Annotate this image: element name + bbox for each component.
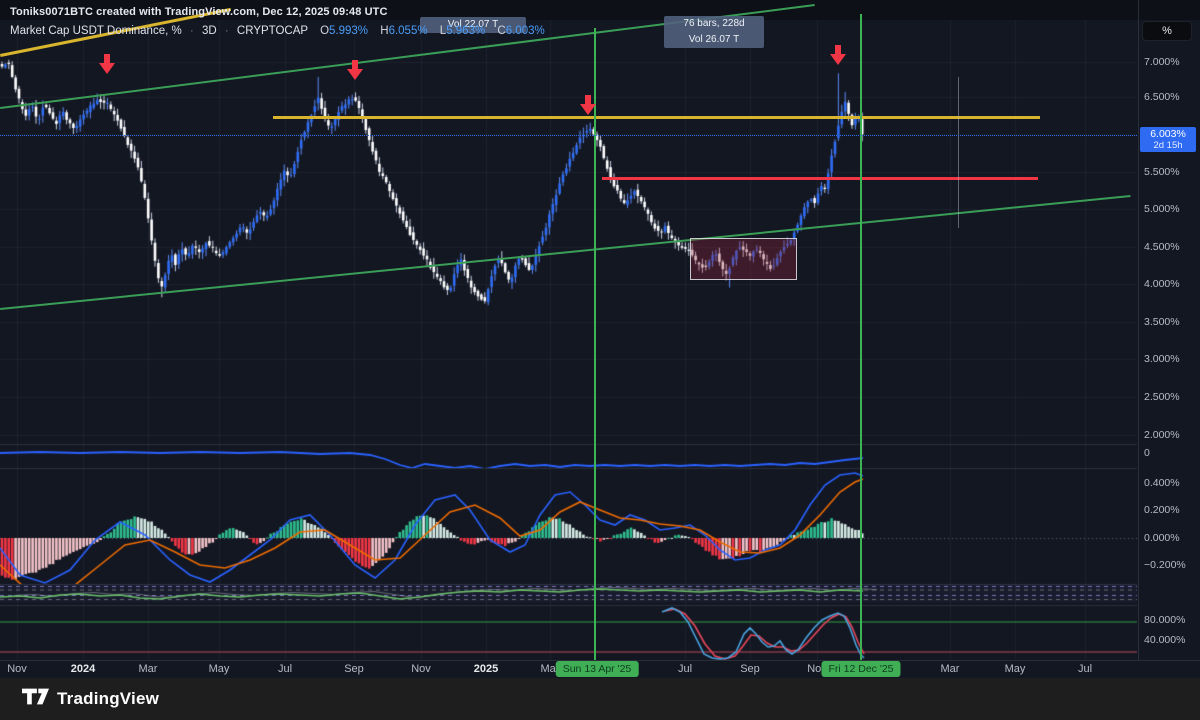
ohlc-close-value: 6.003% — [505, 25, 545, 37]
legend-separator: · — [224, 25, 229, 37]
bar-countdown: 2d 15h — [1153, 140, 1183, 151]
ohlc-high-value: 6.055% — [388, 25, 428, 37]
time-axis-highlight: Sun 13 Apr '25 — [555, 661, 639, 677]
price-axis-label: 0.400% — [1144, 477, 1180, 489]
chart-plot-area[interactable]: Vol 22.07 T 76 bars, 228d Vol 26.07 T To… — [0, 0, 1138, 660]
symbol-title: Market Cap USDT Dominance, % — [10, 25, 182, 37]
price-axis-label: 0 — [1144, 447, 1150, 459]
attribution-watermark: Toniks0071BTC created with TradingView.c… — [10, 6, 388, 18]
time-axis-label: May — [208, 663, 230, 675]
price-axis-label: 2.500% — [1144, 391, 1180, 403]
ohlc-high-letter: H — [380, 25, 389, 37]
unit-percent-button[interactable]: % — [1142, 21, 1192, 41]
time-axis-label: Mar — [940, 663, 960, 675]
price-axis-label: 80.000% — [1144, 614, 1186, 626]
time-axis-highlight: Fri 12 Dec '25 — [821, 661, 901, 677]
tradingview-logo[interactable]: TradingView — [22, 688, 159, 710]
symbol-legend[interactable]: Market Cap USDT Dominance, % · 3D · CRYP… — [10, 25, 545, 37]
measure-volume-text: Vol 26.07 T — [688, 33, 740, 45]
ohlc-close-letter: C — [497, 25, 506, 37]
price-axis-label: 6.500% — [1144, 91, 1180, 103]
time-axis-label: Jul — [277, 663, 293, 675]
current-price-tag: 6.003% 2d 15h — [1140, 127, 1196, 152]
price-axis-label: 4.500% — [1144, 241, 1180, 253]
footer-bar: TradingView — [0, 678, 1200, 720]
labels-layer: Vol 22.07 T 76 bars, 228d Vol 26.07 T — [0, 0, 1138, 660]
measure-bars-text: 76 bars, 228d — [683, 18, 745, 29]
price-axis-label: 0.000% — [1144, 532, 1180, 544]
price-axis-label: 5.000% — [1144, 203, 1180, 215]
time-axis-label: 2024 — [70, 663, 96, 675]
price-axis-label: 2.000% — [1144, 429, 1180, 441]
legend-separator: · — [189, 25, 194, 37]
price-axis[interactable]: % 7.000% 6.500% 5.500% 5.000% 4.500% 4.000% 3.… — [1138, 0, 1200, 660]
time-axis-label: Sep — [344, 663, 364, 675]
exchange-label: CRYPTOCAP — [236, 25, 308, 37]
tradingview-chart-window: { "watermark": "Toniks0071BTC created wi… — [0, 0, 1200, 720]
time-axis-label: Nov — [7, 663, 27, 675]
price-axis-label: 4.000% — [1144, 278, 1180, 290]
time-axis-label: May — [1004, 663, 1026, 675]
price-axis-label: 0.200% — [1144, 504, 1180, 516]
price-axis-label: 5.500% — [1144, 166, 1180, 178]
price-axis-label: 7.000% — [1144, 56, 1180, 68]
price-axis-strip — [1139, 0, 1200, 20]
time-axis[interactable]: Nov 2024 Mar May Jul Sep Nov 2025 Mar Jul Sep Nov Ma… — [0, 660, 1200, 679]
price-axis-label: −0.200% — [1144, 559, 1186, 571]
ohlc-low-value: 5.963% — [446, 25, 486, 37]
tradingview-logo-icon — [22, 688, 49, 710]
price-axis-label: 3.000% — [1144, 353, 1180, 365]
time-axis-label: Sep — [740, 663, 760, 675]
time-axis-label: Mar — [138, 663, 158, 675]
time-axis-label: 2025 — [473, 663, 499, 675]
current-price-value: 6.003% — [1150, 128, 1186, 140]
time-axis-label: Nov — [411, 663, 431, 675]
measure-tooltip: 76 bars, 228d Vol 26.07 T — [664, 16, 764, 48]
price-axis-label: 40.000% — [1144, 634, 1186, 646]
ohlc-open-letter: O — [320, 25, 330, 37]
time-axis-label: Jul — [1077, 663, 1093, 675]
price-axis-label: 3.500% — [1144, 316, 1180, 328]
time-axis-label: Jul — [677, 663, 693, 675]
ohlc-open-value: 5.993% — [329, 25, 369, 37]
tradingview-brand-text: TradingView — [57, 689, 160, 708]
interval-label: 3D — [201, 25, 217, 37]
